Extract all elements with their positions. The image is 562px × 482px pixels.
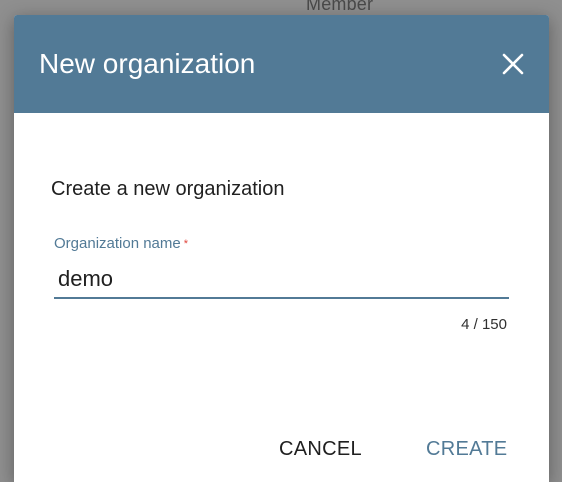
cancel-button[interactable]: CANCEL — [279, 431, 362, 467]
close-button[interactable] — [499, 50, 527, 78]
dialog-header: New organization — [14, 15, 549, 113]
dialog-title: New organization — [39, 48, 256, 79]
backdrop-member-text: Member — [306, 0, 374, 14]
organization-name-label-text: Organization name — [54, 235, 181, 252]
organization-name-label: Organization name * — [54, 235, 188, 253]
create-button[interactable]: CREATE — [426, 431, 507, 467]
required-marker: * — [183, 238, 189, 250]
close-icon — [502, 53, 524, 75]
character-counter: 4 / 150 — [461, 316, 507, 333]
new-organization-dialog: New organization Create a new organizati… — [14, 15, 549, 482]
dialog-subtitle: Create a new organization — [51, 178, 285, 200]
organization-name-input[interactable] — [54, 261, 509, 299]
dialog-actions: CANCEL CREATE — [14, 431, 549, 467]
organization-name-field: Organization name * — [54, 235, 509, 305]
